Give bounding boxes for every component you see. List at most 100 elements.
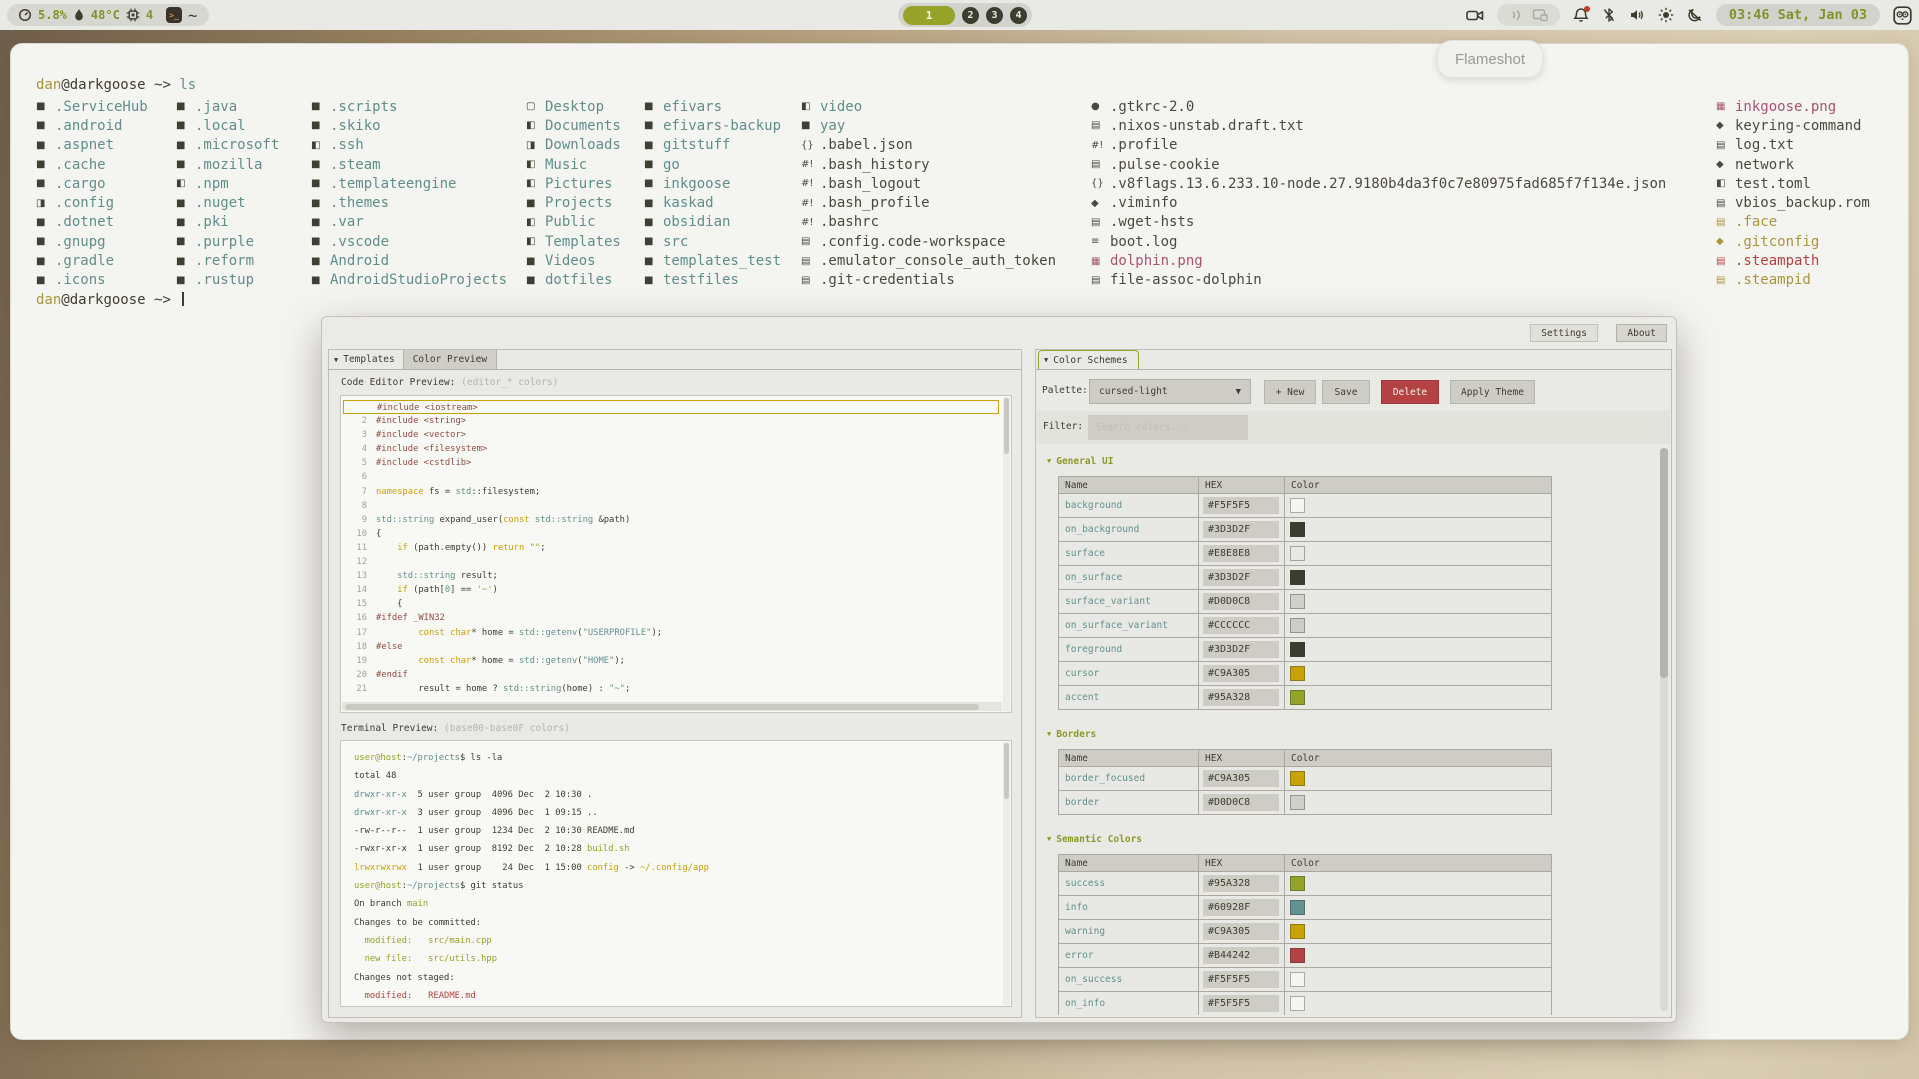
color-row[interactable]: surface#E8E8E8 [1059, 542, 1551, 566]
color-swatch[interactable] [1290, 972, 1305, 987]
hex-input[interactable]: #E8E8E8 [1203, 545, 1279, 562]
file-entry: ◧.ssh [311, 136, 507, 155]
file-entry: ■.scripts [311, 97, 507, 116]
code-token: '~' [477, 583, 493, 597]
terminal-token: modified: README.md [354, 991, 476, 1001]
code-editor-preview[interactable]: #include <iostream>2#include <string>3#i… [340, 395, 1012, 713]
color-swatch[interactable] [1290, 996, 1305, 1011]
screen-record-icon[interactable] [1466, 8, 1484, 23]
hex-input[interactable]: #C9A305 [1203, 665, 1279, 682]
color-swatch[interactable] [1290, 924, 1305, 939]
color-swatch[interactable] [1290, 498, 1305, 513]
tab-color-schemes[interactable]: ▼ Color Schemes [1038, 350, 1139, 369]
workspace-1[interactable]: 1 [903, 6, 955, 25]
collapse-icon[interactable]: ▼ [334, 356, 338, 364]
app-launcher-pill[interactable]: >_ ~ [155, 4, 209, 26]
color-row[interactable]: on_surface_variant#CCCCCC [1059, 614, 1551, 638]
color-name: surface_variant [1059, 596, 1151, 607]
notifications-bell[interactable] [1573, 7, 1589, 23]
bluetooth-off-icon[interactable] [1602, 7, 1616, 23]
color-swatch[interactable] [1290, 666, 1305, 681]
scrollbar-thumb[interactable] [1004, 743, 1009, 799]
new-palette-button[interactable]: + New [1264, 380, 1316, 404]
brightness-sun-icon[interactable] [1658, 7, 1674, 23]
palette-select[interactable]: cursed-light ▼ [1089, 379, 1251, 404]
color-swatch[interactable] [1290, 618, 1305, 633]
color-swatch[interactable] [1290, 771, 1305, 786]
section-header[interactable]: ▼Borders [1042, 727, 1657, 741]
color-swatch[interactable] [1290, 900, 1305, 915]
hex-input[interactable]: #D0D0C8 [1203, 794, 1279, 811]
color-swatch[interactable] [1290, 594, 1305, 609]
color-swatch[interactable] [1290, 642, 1305, 657]
workspace-4[interactable]: 4 [1010, 7, 1027, 24]
settings-button[interactable]: Settings [1530, 324, 1598, 342]
clock[interactable]: 03:46 Sat, Jan 03 [1716, 4, 1880, 26]
color-row[interactable]: warning#C9A305 [1059, 920, 1551, 944]
hex-input[interactable]: #95A328 [1203, 875, 1279, 892]
apply-theme-button[interactable]: Apply Theme [1450, 380, 1535, 404]
hex-input[interactable]: #3D3D2F [1203, 569, 1279, 586]
hex-input[interactable]: #C9A305 [1203, 770, 1279, 787]
terminal-vertical-scrollbar[interactable] [1003, 742, 1010, 1005]
shell-prompt-line[interactable]: dan@darkgoose ~> [36, 291, 184, 310]
hex-input[interactable]: #B44242 [1203, 947, 1279, 964]
color-row[interactable]: on_background#3D3D2F [1059, 518, 1551, 542]
color-swatch[interactable] [1290, 795, 1305, 810]
hex-input[interactable]: #60928F [1203, 899, 1279, 916]
color-row[interactable]: on_info#F5F5F5 [1059, 992, 1551, 1015]
color-swatch[interactable] [1290, 948, 1305, 963]
color-row[interactable]: on_success#F5F5F5 [1059, 968, 1551, 992]
hex-input[interactable]: #D0D0C8 [1203, 593, 1279, 610]
color-row[interactable]: success#95A328 [1059, 872, 1551, 896]
editor-horizontal-scrollbar[interactable] [342, 702, 1002, 711]
filter-input[interactable] [1088, 415, 1248, 440]
color-swatch[interactable] [1290, 690, 1305, 705]
hex-input[interactable]: #F5F5F5 [1203, 497, 1279, 514]
color-row[interactable]: cursor#C9A305 [1059, 662, 1551, 686]
color-row[interactable]: border_focused#C9A305 [1059, 767, 1551, 791]
scrollbar-thumb[interactable] [1660, 448, 1668, 678]
workspace-3[interactable]: 3 [986, 7, 1003, 24]
tab-color-preview[interactable]: Color Preview [403, 350, 497, 369]
line-number: 15 [343, 597, 367, 611]
hex-input[interactable]: #3D3D2F [1203, 521, 1279, 538]
hex-input[interactable]: #F5F5F5 [1203, 995, 1279, 1012]
section-header[interactable]: ▼General UI [1042, 454, 1657, 468]
night-light-off-icon[interactable] [1687, 7, 1703, 23]
terminal-preview[interactable]: user@host:~/projects$ ls -latotal 48drwx… [340, 740, 1012, 1007]
color-swatch[interactable] [1290, 570, 1305, 585]
file-entry: ≡boot.log [1091, 232, 1666, 251]
scrollbar-thumb[interactable] [345, 704, 979, 710]
color-row[interactable]: background#F5F5F5 [1059, 494, 1551, 518]
volume-icon[interactable] [1629, 8, 1645, 22]
save-button[interactable]: Save [1322, 380, 1370, 404]
color-swatch[interactable] [1290, 876, 1305, 891]
section-header[interactable]: ▼Semantic Colors [1042, 832, 1657, 846]
hex-input[interactable]: #F5F5F5 [1203, 971, 1279, 988]
hex-input[interactable]: #3D3D2F [1203, 641, 1279, 658]
workspace-2[interactable]: 2 [962, 7, 979, 24]
color-swatch[interactable] [1290, 546, 1305, 561]
power-owl-icon[interactable] [1893, 6, 1912, 25]
color-row[interactable]: info#60928F [1059, 896, 1551, 920]
color-row[interactable]: on_surface#3D3D2F [1059, 566, 1551, 590]
tab-templates[interactable]: Templates [343, 354, 394, 365]
hex-input[interactable]: #95A328 [1203, 689, 1279, 706]
color-swatch[interactable] [1290, 522, 1305, 537]
file-icon: ◨ [526, 140, 545, 151]
about-button[interactable]: About [1616, 324, 1667, 342]
editor-vertical-scrollbar[interactable] [1003, 397, 1010, 711]
color-row[interactable]: foreground#3D3D2F [1059, 638, 1551, 662]
color-row[interactable]: error#B44242 [1059, 944, 1551, 968]
file-entry: ■.purple [176, 232, 279, 251]
panel-scrollbar[interactable] [1660, 448, 1668, 1011]
delete-button[interactable]: Delete [1381, 380, 1439, 404]
inactive-indicators-pill[interactable] [1497, 4, 1560, 26]
color-row[interactable]: accent#95A328 [1059, 686, 1551, 709]
color-row[interactable]: border#D0D0C8 [1059, 791, 1551, 814]
hex-input[interactable]: #C9A305 [1203, 923, 1279, 940]
hex-input[interactable]: #CCCCCC [1203, 617, 1279, 634]
color-row[interactable]: surface_variant #D0D0C8 [1059, 590, 1551, 614]
scrollbar-thumb[interactable] [1004, 398, 1009, 454]
